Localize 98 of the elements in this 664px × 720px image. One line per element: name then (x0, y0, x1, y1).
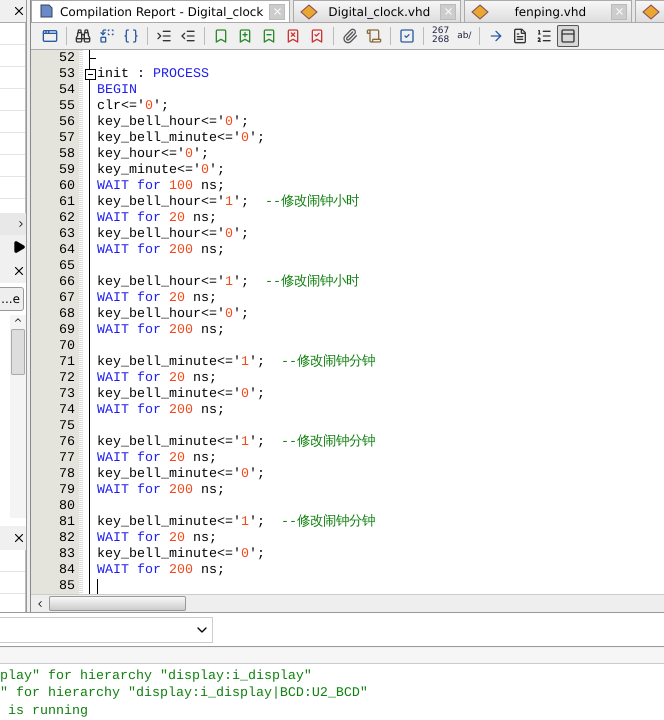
code-line: WAIT for 200 ns; (97, 323, 226, 339)
scrollbar-thumb[interactable] (11, 329, 25, 375)
code-line: BEGIN (97, 83, 138, 99)
replace-icon (99, 28, 115, 44)
indent-icon (156, 28, 172, 44)
line-number: 61 (58, 195, 76, 211)
horizontal-scrollbar[interactable] (31, 594, 664, 612)
file-icon (642, 4, 660, 20)
code-line: WAIT for 20 ns; (97, 211, 218, 227)
line-number: 76 (58, 435, 76, 451)
code-line: WAIT for 200 ns; (97, 403, 226, 419)
numbered-list-icon (536, 28, 552, 44)
line-number: 69 (58, 323, 76, 339)
panel-icon (560, 28, 576, 44)
line-number: 68 (58, 307, 76, 323)
code-line: WAIT for 200 ns; (97, 563, 226, 579)
file-icon (471, 4, 490, 20)
line-number: 60 (58, 179, 76, 195)
code-line: key_bell_minute<='1'; --修改闹钟分钟 (97, 515, 376, 531)
line-number: 67 (58, 291, 76, 307)
code-line: key_minute<='0'; (97, 163, 226, 179)
document-icon (512, 28, 528, 44)
line-number: 56 (58, 115, 76, 131)
line-number: 77 (58, 451, 76, 467)
tab[interactable]: Compilation Report - Digital_clock (31, 0, 290, 22)
code-line: init : PROCESS (97, 67, 210, 83)
code-line: WAIT for 20 ns; (97, 531, 218, 547)
outdent-icon (180, 28, 196, 44)
code-line: WAIT for 20 ns; (97, 451, 218, 467)
line-number: 63 (58, 227, 76, 243)
message-line: play" for hierarchy "display:i_display" (0, 668, 313, 685)
message-line: " for hierarchy "display:i_display|BCD:U2_BCD" (0, 685, 369, 702)
toolbar-button[interactable] (557, 25, 580, 47)
line-number: 62 (58, 211, 76, 227)
code-line: key_bell_hour<='0'; (97, 307, 250, 323)
line-number: 59 (58, 163, 76, 179)
line-number: 57 (58, 131, 76, 147)
line-number: 52 (58, 51, 76, 67)
line-number: 55 (58, 99, 76, 115)
panel-button[interactable]: e... (0, 287, 24, 311)
line-number: 79 (58, 483, 76, 499)
line-number: 66 (58, 275, 76, 291)
vertical-scrollbar[interactable] (10, 315, 26, 518)
dropdown-field[interactable] (0, 616, 213, 643)
bookmark-icon (213, 28, 229, 44)
line-number: 81 (58, 515, 76, 531)
toolbar-button[interactable]: ab/ (454, 25, 474, 47)
line-number: 65 (58, 259, 76, 275)
braces-icon (123, 28, 139, 44)
code-line: WAIT for 200 ns; (97, 243, 226, 259)
code-line: WAIT for 200 ns; (97, 483, 226, 499)
line-number: 80 (58, 499, 76, 515)
code-line: key_bell_hour<='0'; (97, 227, 250, 243)
line-number: 78 (58, 467, 76, 483)
line-number: 84 (58, 563, 76, 579)
code-line: key_bell_hour<='1'; --修改闹钟小时 (97, 275, 360, 291)
message-line: is running (6, 702, 89, 720)
tab[interactable]: fenping.vhd (464, 0, 632, 22)
line-number: 54 (58, 83, 76, 99)
scroll-icon (366, 28, 382, 44)
close-icon[interactable] (12, 4, 26, 18)
code-line: key_bell_minute<='0'; (97, 387, 266, 403)
line-number: 70 (58, 339, 76, 355)
line-number: 82 (58, 531, 76, 547)
check-icon (399, 28, 415, 44)
code-line: key_bell_minute<='0'; (97, 467, 266, 483)
window-icon (42, 28, 58, 44)
line-number: 73 (58, 387, 76, 403)
code-line: WAIT for 20 ns; (97, 371, 218, 387)
paperclip-icon (342, 28, 358, 44)
collapse-icon[interactable] (84, 69, 96, 80)
file-icon (300, 4, 318, 20)
toolbar-button[interactable]: 267 268 (429, 25, 452, 47)
code-line: WAIT for 20 ns; (97, 291, 218, 307)
code-line: key_bell_hour<='0'; (97, 115, 250, 131)
code-line: key_bell_hour<='1'; --修改闹钟小时 (97, 195, 360, 211)
line-number: 72 (58, 371, 76, 387)
line-number: 58 (58, 147, 76, 163)
code-line: key_bell_minute<='0'; (97, 547, 266, 563)
tab[interactable]: Digital_clock.vhd (293, 0, 462, 22)
line-number: 74 (58, 403, 76, 419)
line-number: 64 (58, 243, 76, 259)
close-icon[interactable] (12, 531, 26, 545)
line-number: 71 (58, 355, 76, 371)
line-number: 53 (58, 67, 76, 83)
code-line: key_bell_minute<='1'; --修改闹钟分钟 (97, 355, 376, 371)
report-icon (38, 4, 54, 20)
code-line: key_bell_minute<='1'; --修改闹钟分钟 (97, 435, 376, 451)
code-line: key_bell_minute<='0'; (97, 131, 266, 147)
code-line: key_hour<='0'; (97, 147, 210, 163)
line-number: 75 (58, 419, 76, 435)
line-number: 83 (58, 547, 76, 563)
code-line: WAIT for 100 ns; (97, 179, 226, 195)
code-line: clr<='0'; (97, 99, 170, 115)
binoculars-icon (75, 28, 91, 44)
line-number: 85 (58, 579, 76, 594)
play-icon[interactable] (12, 240, 26, 254)
close-icon[interactable] (12, 264, 26, 278)
